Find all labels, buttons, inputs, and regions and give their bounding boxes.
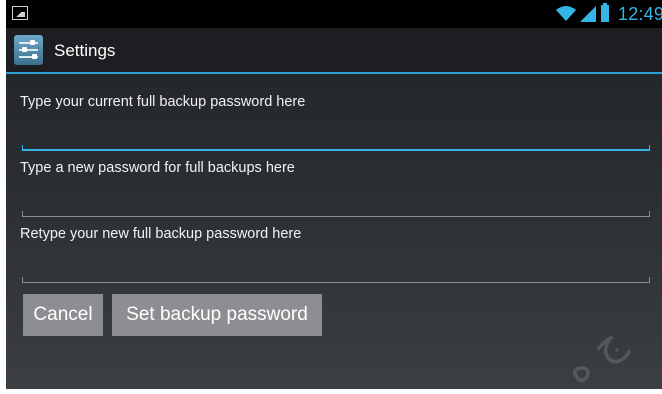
retype-password-field[interactable] bbox=[22, 273, 650, 283]
new-password-label: Type a new password for full backups her… bbox=[20, 160, 295, 176]
cell-signal-icon bbox=[580, 6, 596, 22]
new-password-field[interactable] bbox=[22, 207, 650, 217]
set-backup-password-button[interactable]: Set backup password bbox=[112, 294, 322, 336]
retype-password-label: Retype your new full backup password her… bbox=[20, 226, 302, 242]
battery-icon bbox=[601, 3, 609, 22]
wifi-icon bbox=[556, 6, 576, 21]
device-screen: 12:49 Settings Type your current full ba… bbox=[6, 0, 662, 389]
watermark: ج ه bbox=[552, 315, 632, 389]
gallery-notification-icon bbox=[12, 6, 28, 20]
status-clock: 12:49 bbox=[618, 4, 662, 24]
settings-app-icon[interactable] bbox=[14, 35, 43, 65]
cancel-button[interactable]: Cancel bbox=[23, 294, 103, 336]
status-bar: 12:49 bbox=[6, 0, 662, 28]
current-password-label: Type your current full backup password h… bbox=[20, 94, 306, 110]
current-password-field[interactable] bbox=[22, 141, 650, 151]
page-title: Settings bbox=[54, 41, 116, 60]
action-bar: Settings bbox=[6, 28, 662, 74]
